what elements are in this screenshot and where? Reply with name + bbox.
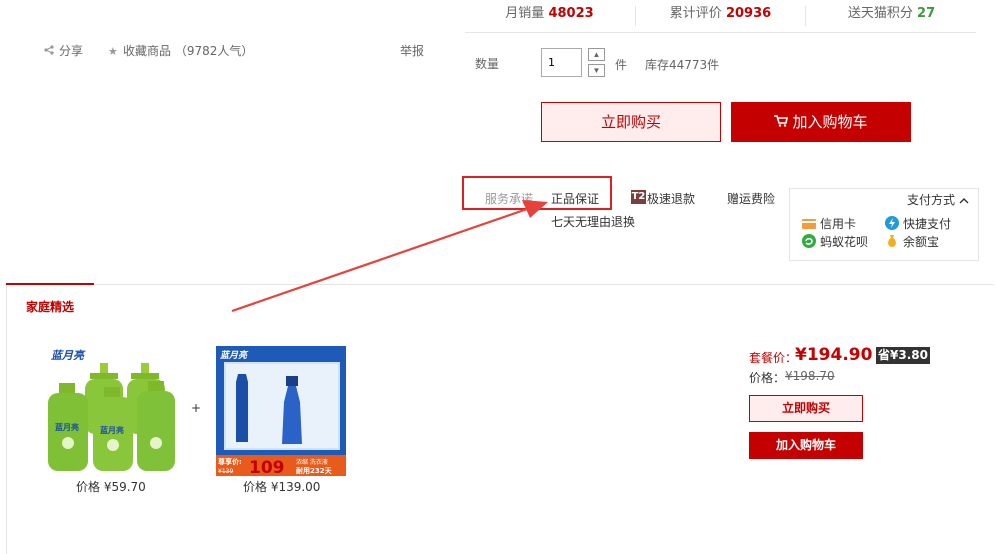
seven-day-return-link[interactable]: 七天无理由退换	[551, 213, 635, 230]
reviews-value: 20936	[725, 6, 772, 21]
chevron-up-icon	[959, 193, 969, 207]
cart-icon	[774, 104, 789, 144]
section-left-border	[6, 285, 7, 554]
fast-refund-link[interactable]: 极速退款	[647, 190, 695, 207]
stats-bar: 月销量 48023 累计评价 20936 送天猫积分 27	[465, 0, 976, 33]
section-divider	[6, 284, 994, 285]
share-icon	[44, 45, 56, 58]
product2-banner-price: 109	[249, 458, 285, 476]
product2-price: 价格 ¥139.00	[243, 480, 321, 494]
payment-title-label: 支付方式	[907, 193, 956, 207]
monthly-sales-label: 月销量	[505, 6, 545, 21]
highlight-box	[462, 176, 612, 210]
plus-sign: +	[191, 401, 202, 415]
product2-banner-note1: 浓缩 洗衣液	[296, 458, 328, 466]
credit-card-icon	[802, 218, 816, 230]
product2-brand: 蓝月亮	[220, 350, 249, 361]
payment-huabei: 蚂蚁花呗	[802, 233, 868, 250]
product1-brand: 蓝月亮	[51, 349, 86, 362]
product1-bottle-brand: 蓝月亮	[55, 422, 79, 432]
product2-banner-note2: 耐用232天	[296, 466, 333, 475]
chevron-down-icon: ▼	[592, 66, 601, 75]
quantity-label: 数量	[475, 57, 500, 71]
product1-image[interactable]: 蓝月亮 蓝月亮 蓝月亮	[45, 345, 177, 475]
stat-reviews[interactable]: 累计评价 20936	[635, 6, 805, 26]
t2-badge-icon: T2	[631, 190, 646, 204]
favorite-link[interactable]: ★ 收藏商品 （9782人气）	[108, 42, 253, 59]
quantity-input[interactable]	[541, 48, 582, 77]
payment-quick-pay: 快捷支付	[885, 215, 951, 232]
add-to-cart-label: 加入购物车	[792, 113, 868, 131]
product2-banner-label: 尊享价:	[218, 457, 242, 466]
combo-add-to-cart-button[interactable]: 加入购物车	[749, 432, 863, 459]
product1-price: 价格 ¥59.70	[76, 480, 146, 494]
monthly-sales-value: 48023	[548, 6, 594, 21]
stat-monthly-sales: 月销量 48023	[465, 6, 634, 26]
share-link[interactable]: 分享	[44, 42, 83, 59]
product2-image[interactable]: 蓝月亮 尊享价: ¥139 109 浓缩 洗衣液 耐用232天	[216, 346, 346, 478]
yuebao-icon	[885, 234, 899, 247]
combo-price: ¥194.90	[795, 345, 873, 365]
original-price-label: 价格：	[749, 371, 786, 385]
product1-bottle-brand-2: 蓝月亮	[100, 425, 124, 435]
quick-pay-icon	[885, 216, 899, 230]
quick-pay-label: 快捷支付	[903, 217, 952, 231]
payment-title[interactable]: 支付方式	[907, 191, 969, 208]
share-label: 分享	[59, 44, 84, 58]
huabei-label: 蚂蚁花呗	[820, 235, 869, 249]
original-price: ¥198.70	[785, 369, 835, 383]
favorite-label: 收藏商品	[123, 44, 172, 58]
payment-yuebao: 余额宝	[885, 233, 939, 250]
freight-insurance-link[interactable]: 赠运费险	[727, 190, 775, 207]
chevron-up-icon: ▲	[592, 50, 601, 59]
quantity-decrease-button[interactable]: ▼	[588, 64, 605, 77]
save-badge: 省¥3.80	[876, 347, 930, 364]
favorite-count: （9782人气）	[174, 44, 254, 58]
combo-buy-now-button[interactable]: 立即购买	[749, 395, 863, 422]
product2-banner-old: ¥139	[218, 468, 233, 475]
stat-points: 送天猫积分 27	[805, 6, 977, 26]
reviews-label: 累计评价	[669, 6, 722, 21]
quantity-unit: 件	[615, 58, 628, 72]
huabei-icon	[802, 234, 816, 248]
stock-count: 库存44773件	[645, 58, 720, 72]
buy-now-button[interactable]: 立即购买	[541, 102, 721, 142]
yuebao-label: 余额宝	[903, 235, 940, 249]
star-icon: ★	[108, 45, 118, 58]
points-value: 27	[917, 6, 936, 21]
section-tab-indicator	[6, 283, 94, 285]
report-link[interactable]: 举报	[400, 42, 424, 59]
points-label: 送天猫积分	[847, 6, 913, 21]
add-to-cart-button[interactable]: 加入购物车	[731, 102, 911, 142]
combo-price-label: 套餐价：	[749, 351, 798, 365]
payment-credit-card: 信用卡	[802, 215, 856, 232]
section-title[interactable]: 家庭精选	[26, 298, 74, 315]
quantity-increase-button[interactable]: ▲	[588, 48, 605, 61]
credit-card-label: 信用卡	[820, 217, 857, 231]
